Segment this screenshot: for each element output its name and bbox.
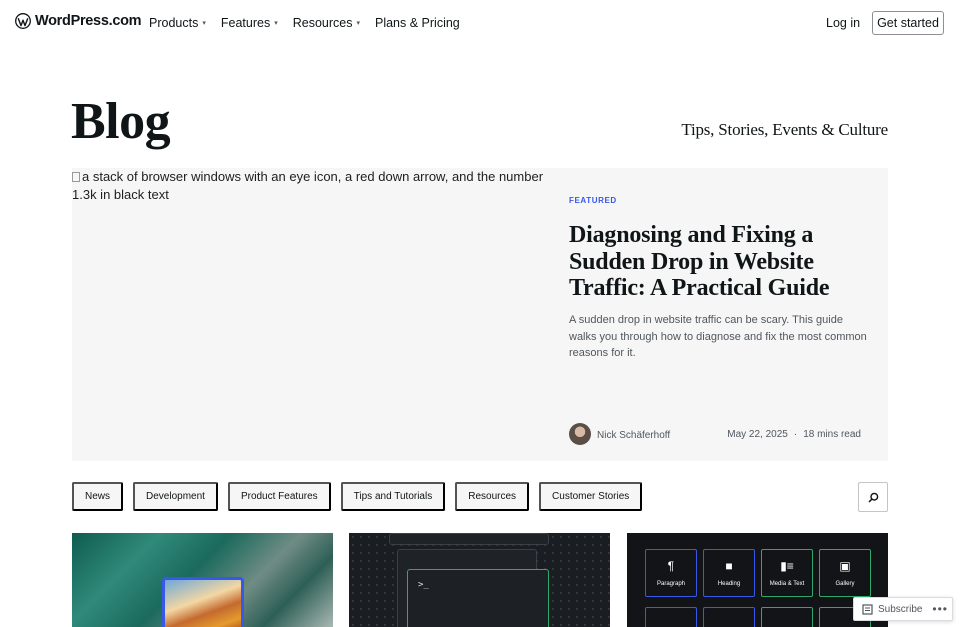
menu-features[interactable]: Features ▾ [221,16,278,30]
featured-image-alt-text[interactable]: a stack of browser windows with an eye i… [72,168,547,204]
chevron-down-icon: ▾ [274,20,278,27]
block-gallery: ▣ Gallery [819,549,871,597]
subscribe-button[interactable]: Subscribe [854,604,922,615]
post-card-image-2[interactable]: >_ [349,533,610,627]
meta-separator: · [793,429,798,440]
block-media-text: ▮≡ Media & Text [761,549,813,597]
block-heading: ■ Heading [703,549,755,597]
post-card-image-1[interactable] [72,533,333,627]
top-navigation: WordPress.com Products ▾ Features ▾ Reso… [0,0,960,46]
reader-icon [862,603,873,615]
terminal-window: >_ [407,569,549,627]
media-text-icon: ▮≡ [780,559,794,573]
menu-plans-pricing-label: Plans & Pricing [374,16,460,30]
featured-label: FEATURED [569,196,617,205]
terminal-prompt: >_ [418,580,429,590]
read-time: 18 mins read [803,429,861,440]
wordpress-icon [15,13,31,29]
category-tips-and-tutorials[interactable]: Tips and Tutorials [340,482,446,511]
logo-text: WordPress.com [35,13,142,29]
menu-plans-pricing[interactable]: Plans & Pricing [375,16,460,30]
featured-post-title[interactable]: Diagnosing and Fixing a Sudden Drop in W… [569,222,869,302]
more-options-icon[interactable]: ••• [932,602,948,616]
featured-image-alt: a stack of browser windows with an eye i… [72,169,544,202]
category-news[interactable]: News [72,482,124,511]
main-menu: Products ▾ Features ▾ Resources ▾ Plans … [149,16,475,30]
block-row-2-3 [761,607,813,627]
bookmark-icon: ■ [725,559,733,573]
category-development[interactable]: Development [133,482,218,511]
menu-features-label: Features [220,16,271,30]
search-button[interactable] [858,482,888,512]
paragraph-icon: ¶ [667,559,675,573]
featured-post-card[interactable]: a stack of browser windows with an eye i… [72,168,888,461]
post-card-photo [162,577,244,627]
search-icon [867,492,878,503]
menu-resources-label: Resources [292,16,353,30]
chevron-down-icon: ▾ [202,20,206,27]
wordpress-logo[interactable]: WordPress.com [15,13,142,29]
block-label: Heading [717,581,741,587]
post-date: May 22, 2025 [727,429,788,440]
category-customer-stories[interactable]: Customer Stories [539,482,643,511]
gallery-icon: ▣ [839,559,851,573]
block-paragraph: ¶ Paragraph [645,549,697,597]
broken-image-icon [72,172,80,182]
menu-resources[interactable]: Resources ▾ [293,16,360,30]
browser-window-back [389,533,549,545]
menu-products-label: Products [149,16,199,30]
page-title: Blog [71,93,171,150]
chevron-down-icon: ▾ [356,20,360,27]
page-tagline: Tips, Stories, Events & Culture [681,120,888,139]
avatar [569,423,591,445]
block-label: Paragraph [656,581,686,587]
category-resources[interactable]: Resources [455,482,530,511]
post-meta: May 22, 2025 · 18 mins read [727,429,861,440]
login-link[interactable]: Log in [826,16,860,30]
author-name: Nick Schäferhoff [597,430,671,441]
get-started-button[interactable]: Get started [872,11,944,35]
block-label: Gallery [835,581,855,587]
post-card-image-3[interactable]: ¶ Paragraph ■ Heading ▮≡ Media & Text ▣ … [627,533,888,627]
subscribe-bar: Subscribe ••• [853,597,953,621]
subscribe-label: Subscribe [878,603,923,615]
block-row-2-2 [703,607,755,627]
block-row-2-1 [645,607,697,627]
featured-post-excerpt: A sudden drop in website traffic can be … [569,314,867,359]
category-product-features[interactable]: Product Features [227,482,331,511]
menu-products[interactable]: Products ▾ [149,16,206,30]
category-filter-bar: News Development Product Features Tips a… [72,482,643,511]
block-label: Media & Text [769,581,805,587]
